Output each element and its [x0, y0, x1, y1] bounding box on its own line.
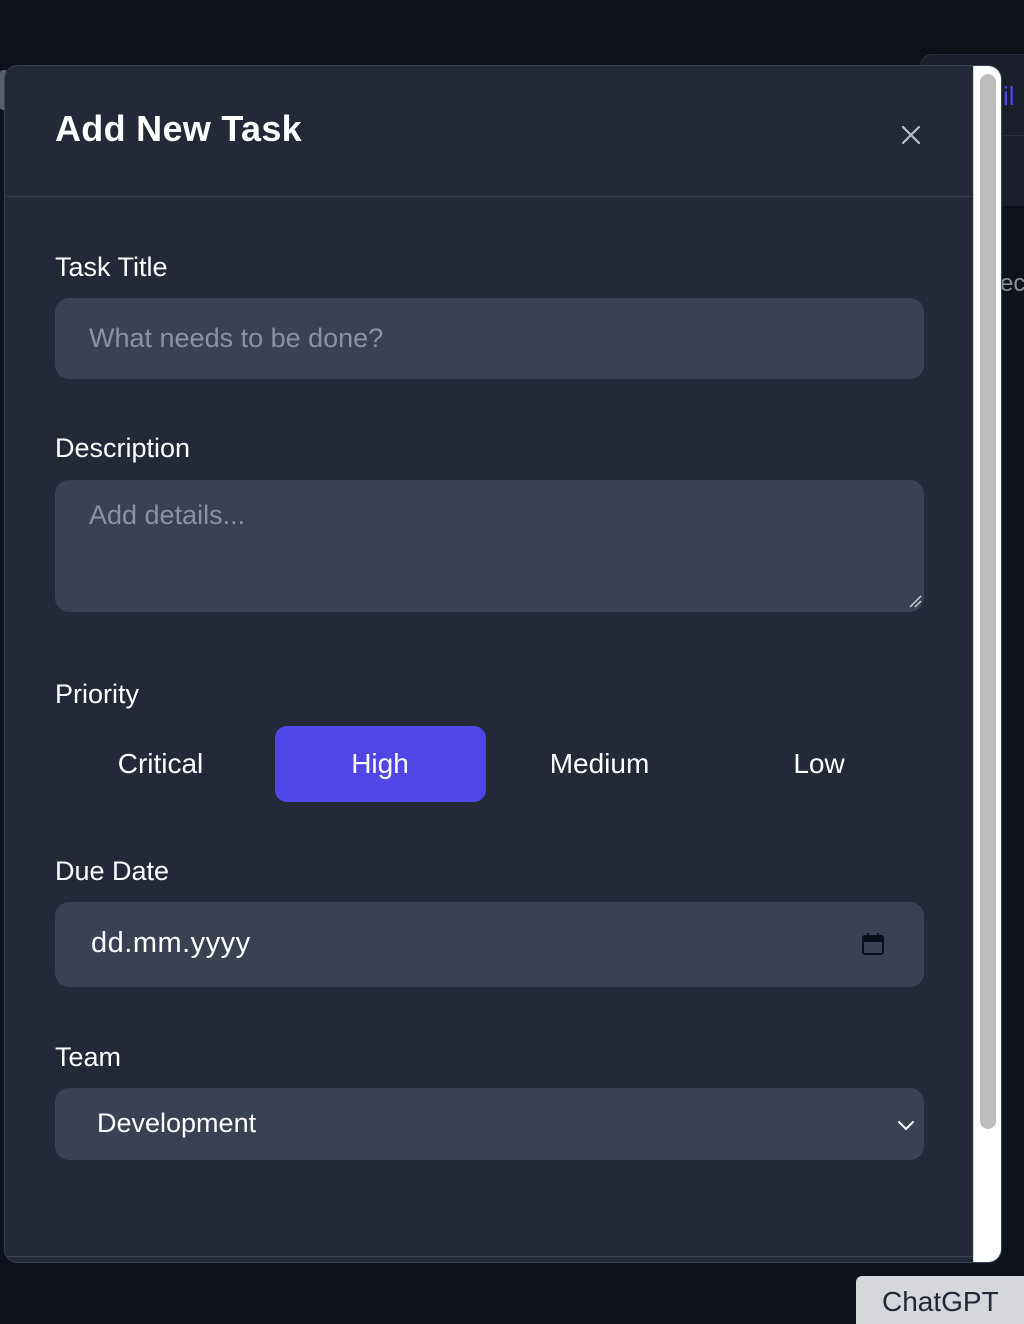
calendar-icon[interactable]	[861, 932, 885, 956]
priority-low-button[interactable]: Low	[714, 726, 925, 802]
add-task-modal: Add New Task Task Title Description Prio…	[4, 65, 1002, 1263]
modal-header: Add New Task	[5, 66, 973, 197]
priority-selector: Critical High Medium Low	[55, 726, 933, 802]
team-select-value: Development	[97, 1108, 257, 1138]
modal-title: Add New Task	[55, 108, 302, 149]
priority-medium-button[interactable]: Medium	[494, 726, 705, 802]
description-textarea[interactable]	[55, 480, 924, 612]
resize-grip-icon[interactable]	[908, 594, 922, 608]
priority-critical-button[interactable]: Critical	[55, 726, 266, 802]
due-date-label: Due Date	[55, 856, 170, 886]
due-date-value: dd.mm.yyyy	[91, 927, 251, 959]
team-label: Team	[55, 1042, 122, 1072]
background-text-fragment: il	[1003, 81, 1015, 111]
task-title-label: Task Title	[55, 252, 168, 282]
chatgpt-tab[interactable]: ChatGPT	[856, 1276, 1024, 1324]
priority-label: Priority	[55, 679, 140, 709]
close-icon	[901, 125, 921, 145]
modal-footer-divider	[5, 1256, 973, 1257]
chatgpt-tab-label: ChatGPT	[882, 1286, 999, 1317]
scrollbar-thumb[interactable]	[980, 74, 996, 1129]
task-title-input[interactable]	[55, 298, 924, 379]
chevron-down-icon	[898, 1121, 914, 1130]
close-button[interactable]	[897, 121, 925, 149]
background-text-fragment-2: ec	[1000, 270, 1024, 297]
backdrop	[0, 0, 1024, 66]
priority-high-button[interactable]: High	[274, 726, 486, 802]
due-date-input[interactable]: dd.mm.yyyy	[55, 902, 924, 987]
team-select[interactable]: Development	[55, 1088, 924, 1160]
description-label: Description	[55, 433, 191, 463]
